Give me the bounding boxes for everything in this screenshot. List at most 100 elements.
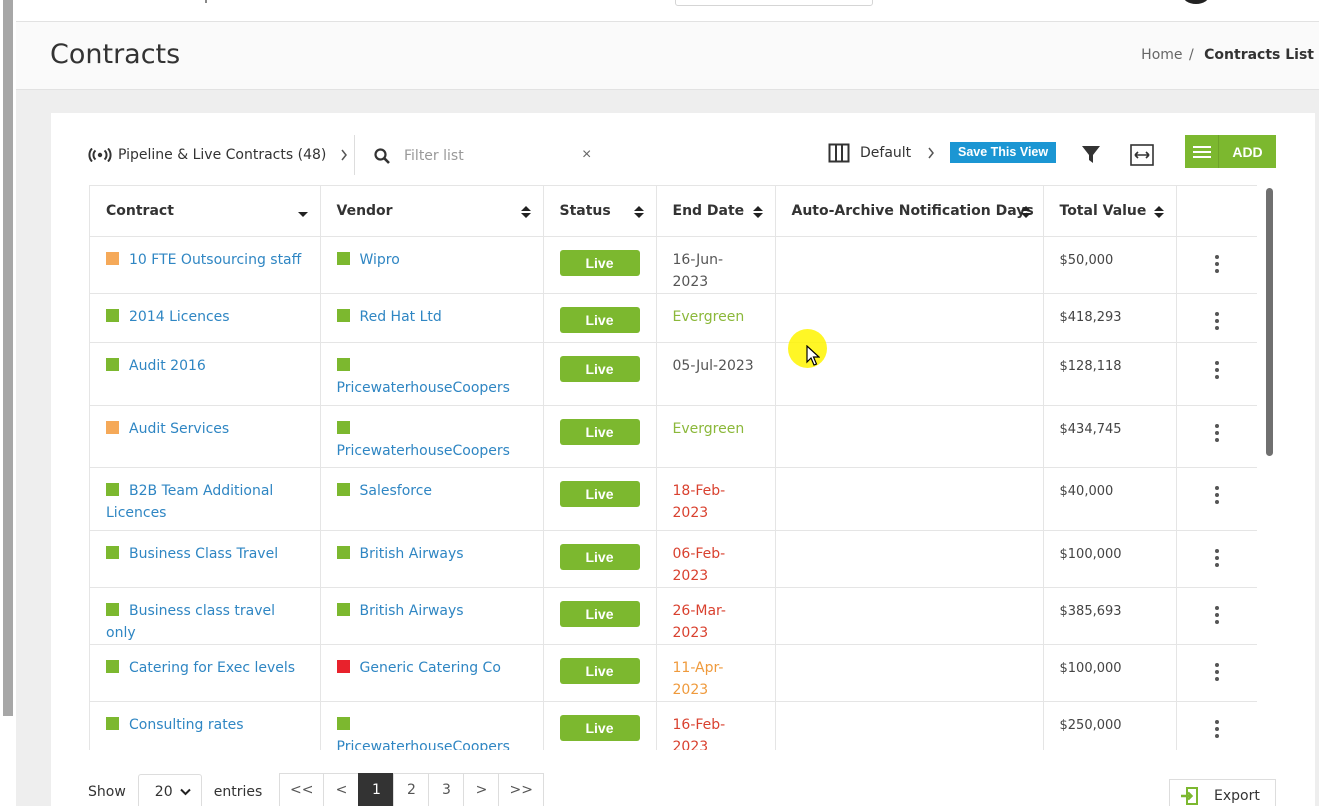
row-actions-kebab-icon[interactable] — [1215, 254, 1219, 273]
contracts-table-container[interactable]: Contract Vendor Status End Date Auto-Arc… — [89, 185, 1257, 750]
view-selector[interactable]: Default — [828, 143, 935, 163]
row-actions-kebab-icon[interactable] — [1215, 485, 1219, 504]
filter-funnel-icon[interactable] — [1081, 145, 1101, 165]
chevron-right-icon — [341, 149, 348, 161]
vendor-link[interactable]: PricewaterhouseCoopers — [337, 443, 510, 459]
column-header-status[interactable]: Status — [543, 186, 657, 237]
expand-width-icon[interactable] — [1130, 144, 1154, 166]
cell-end-date: 16-Jun-2023 — [656, 236, 776, 294]
vendor-link[interactable]: British Airways — [360, 603, 464, 619]
contract-link[interactable]: Audit 2016 — [129, 358, 206, 374]
save-view-button[interactable]: Save This View — [950, 142, 1057, 163]
page-title: Contracts — [50, 39, 181, 70]
left-rail-scrollbar[interactable] — [3, 0, 13, 716]
column-header-vendor[interactable]: Vendor — [320, 186, 544, 237]
cell-vendor: British Airways — [320, 530, 544, 588]
vendor-status-swatch — [336, 545, 350, 559]
export-icon — [1181, 787, 1198, 805]
pager-button[interactable]: 2 — [393, 773, 430, 806]
contract-link[interactable]: 10 FTE Outsourcing staff — [129, 252, 301, 268]
contract-status-swatch — [106, 357, 119, 371]
row-actions-kebab-icon[interactable] — [1215, 311, 1219, 330]
cell-actions — [1176, 293, 1257, 343]
cell-vendor: Generic Catering Co — [320, 644, 544, 702]
add-button[interactable]: ADD — [1185, 135, 1276, 168]
end-date-text: 16-Jun-2023 — [672, 251, 724, 290]
avatar[interactable] — [1182, 0, 1210, 4]
cell-vendor: PricewaterhouseCoopers — [320, 701, 544, 751]
vendor-status-swatch — [336, 602, 350, 616]
pager-button[interactable]: << — [279, 773, 325, 806]
breadcrumb-home-link[interactable]: Home — [1141, 47, 1182, 63]
row-actions-kebab-icon[interactable] — [1215, 548, 1219, 567]
page-size-select[interactable]: 20 — [137, 774, 202, 806]
cell-status: Live — [543, 587, 657, 645]
status-badge: Live — [559, 657, 640, 684]
column-header-end-date[interactable]: End Date — [656, 186, 776, 237]
row-actions-kebab-icon[interactable] — [1215, 605, 1219, 624]
top-navbar — [16, 0, 1319, 22]
vendor-link[interactable]: PricewaterhouseCoopers — [337, 739, 510, 751]
row-actions-kebab-icon[interactable] — [1215, 423, 1219, 442]
pager-button[interactable]: 3 — [428, 773, 465, 806]
mouse-cursor-icon — [806, 345, 820, 366]
contract-link[interactable]: B2B Team Additional Licences — [106, 483, 273, 521]
pager-button[interactable]: >> — [498, 773, 544, 806]
sort-icon — [752, 206, 763, 218]
add-label: ADD — [1232, 143, 1263, 160]
table-row[interactable]: Audit Services PricewaterhouseCoopers Live… — [90, 405, 1257, 468]
table-row[interactable]: Consulting rates PricewaterhouseCoopers Li… — [90, 701, 1257, 750]
vendor-link[interactable]: British Airways — [360, 546, 464, 562]
vendor-status-swatch — [336, 659, 350, 673]
column-header-total-value[interactable]: Total Value — [1043, 186, 1177, 237]
pager-button[interactable]: 1 — [358, 773, 395, 806]
table-row[interactable]: Business Class Travel British Airways Live… — [90, 530, 1257, 588]
table-row[interactable]: 10 FTE Outsourcing staff Wipro Live 16-Jun-… — [90, 236, 1257, 294]
vendor-link[interactable]: Salesforce — [360, 483, 433, 499]
contract-link[interactable]: 2014 Licences — [129, 309, 230, 325]
row-actions-kebab-icon[interactable] — [1215, 662, 1219, 681]
contract-link[interactable]: Consulting rates — [129, 717, 244, 733]
filter-input[interactable] — [404, 148, 574, 164]
cell-contract: Consulting rates — [90, 701, 321, 750]
table-row[interactable]: 2014 Licences Red Hat Ltd Live Evergreen $41… — [90, 293, 1257, 343]
cell-status: Live — [543, 467, 657, 531]
vendor-link[interactable]: PricewaterhouseCoopers — [337, 380, 510, 396]
table-row[interactable]: Business class travel only British Airway… — [90, 587, 1257, 645]
row-actions-kebab-icon[interactable] — [1215, 360, 1219, 379]
vendor-link[interactable]: Wipro — [360, 252, 400, 268]
table-row[interactable]: Audit 2016 PricewaterhouseCoopers Live 05-J… — [90, 342, 1257, 406]
end-date-text: 11-Apr-2023 — [672, 659, 724, 698]
table-scrollbar[interactable] — [1266, 188, 1273, 456]
sort-icon — [633, 206, 644, 218]
pager-button[interactable]: > — [463, 773, 500, 806]
vendor-link[interactable]: Red Hat Ltd — [360, 309, 442, 325]
column-header-archive-days[interactable]: Auto-Archive Notification Days — [775, 186, 1044, 237]
pager-button[interactable]: < — [323, 773, 360, 806]
cell-status: Live — [543, 236, 657, 294]
cell-total-value: $100,000 — [1043, 644, 1177, 702]
global-search-input[interactable] — [675, 0, 873, 6]
vendor-link[interactable]: Generic Catering Co — [360, 660, 501, 676]
app-logo[interactable] — [166, 0, 286, 18]
breadcrumb-current: Contracts List — [1204, 47, 1314, 63]
end-date-text: 05-Jul-2023 — [672, 357, 754, 374]
table-row[interactable]: Catering for Exec levels Generic Catering… — [90, 644, 1257, 702]
pipeline-selector[interactable]: Pipeline & Live Contracts (48) — [88, 147, 348, 163]
column-header-contract[interactable]: Contract — [90, 186, 321, 237]
cell-status: Live — [543, 644, 657, 702]
row-actions-kebab-icon[interactable] — [1215, 719, 1219, 738]
table-row[interactable]: B2B Team Additional Licences Salesforce Li… — [90, 467, 1257, 531]
contract-link[interactable]: Business Class Travel — [129, 546, 278, 562]
cell-total-value: $385,693 — [1043, 587, 1177, 645]
chevron-right-icon — [928, 147, 935, 159]
contract-link[interactable]: Catering for Exec levels — [129, 660, 295, 676]
contract-link[interactable]: Business class travel only — [106, 603, 275, 641]
cell-archive-days — [775, 467, 1044, 531]
cell-total-value: $40,000 — [1043, 467, 1177, 531]
clear-filter-icon[interactable]: × — [582, 146, 591, 164]
total-value-text: $434,745 — [1059, 421, 1122, 437]
breadcrumb: Home / Contracts List — [1141, 47, 1314, 63]
export-button[interactable]: Export — [1169, 779, 1276, 806]
contract-link[interactable]: Audit Services — [129, 421, 229, 437]
